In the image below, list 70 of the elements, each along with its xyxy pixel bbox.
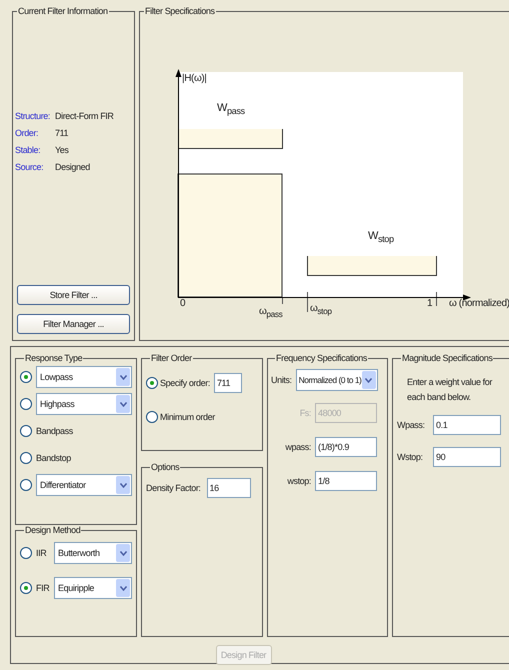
dropdown[interactable]: Highpass	[36, 393, 132, 415]
input-field[interactable]: 16	[206, 478, 251, 498]
radio-label[interactable]: FIR	[36, 583, 50, 593]
dropdown[interactable]: Lowpass	[36, 366, 132, 388]
radio-button[interactable]	[20, 452, 32, 464]
radio-button[interactable]	[20, 425, 32, 437]
radio-label[interactable]: Minimum order	[160, 412, 215, 422]
chevron-icon	[116, 476, 130, 494]
input-field[interactable]: 1/8	[315, 471, 377, 491]
radio-label[interactable]: Specify order:	[160, 378, 210, 388]
radio-button[interactable]	[146, 377, 158, 389]
group-title: Magnitude Specifications	[401, 353, 494, 363]
field-label: Units:	[271, 375, 292, 385]
field-label: wpass:	[285, 442, 311, 452]
dropdown[interactable]: Differentiator	[36, 474, 132, 496]
group-title: Current Filter Information	[17, 6, 109, 16]
radio-label[interactable]: Bandstop	[36, 453, 71, 463]
group-title: Design Method	[24, 525, 82, 535]
group-title: Frequency Specifications	[275, 353, 368, 363]
input-field[interactable]: 90	[433, 447, 501, 467]
dropdown[interactable]: Butterworth	[54, 542, 132, 564]
tick-mark	[307, 292, 308, 312]
instruction-text: Enter a weight value for each band below.	[407, 376, 494, 404]
info-label: Structure:	[15, 111, 52, 121]
push-button[interactable]: Store Filter ...	[17, 285, 130, 305]
field-label: wstop:	[287, 476, 311, 486]
info-value: 711	[55, 128, 68, 138]
tick-label: ω$_{stop}$	[310, 303, 332, 317]
radio-button[interactable]	[20, 547, 32, 559]
tick-label: 1	[427, 298, 432, 310]
chevron-icon	[116, 579, 130, 597]
info-label: Order:	[15, 128, 40, 138]
info-value: Designed	[55, 162, 90, 172]
dropdown[interactable]: Normalized (0 to 1)	[296, 369, 378, 391]
order-field[interactable]: 711	[214, 373, 242, 393]
chevron-icon	[116, 544, 130, 562]
radio-label[interactable]: Bandpass	[36, 426, 73, 436]
field-label: Wpass:	[397, 420, 426, 430]
radio-button[interactable]	[20, 371, 32, 383]
tick-label: 0	[180, 298, 186, 310]
input-field[interactable]: 0.1	[433, 415, 501, 435]
dropdown[interactable]: Equiripple	[54, 577, 132, 599]
field-label: Density Factor:	[146, 483, 201, 493]
chevron-icon	[116, 395, 130, 413]
field-label: Fs:	[300, 408, 311, 418]
tick-label: ω$_{pass}$	[259, 306, 282, 320]
info-value: Direct-Form FIR	[55, 111, 114, 121]
radio-button[interactable]	[20, 479, 32, 491]
axis-label: ω (normalized)	[449, 298, 509, 310]
radio-button[interactable]	[20, 398, 32, 410]
tick-mark	[436, 292, 437, 306]
chevron-icon	[116, 368, 130, 386]
radio-button[interactable]	[20, 582, 32, 594]
group-title: Options	[150, 462, 180, 472]
info-label: Source:	[15, 162, 44, 172]
chevron-icon	[362, 371, 376, 389]
group-title: Filter Order	[150, 353, 193, 363]
axis-label: |H(ω)|	[182, 73, 206, 85]
group-title: Filter Specifications	[144, 6, 216, 16]
weight-label: W$_{stop}$	[368, 230, 394, 246]
weight-label: W$_{pass}$	[217, 102, 245, 118]
radio-label[interactable]: IIR	[36, 548, 50, 558]
group-title: Response Type	[24, 353, 84, 363]
field-label: Wstop:	[397, 452, 424, 462]
info-value: Yes	[55, 145, 68, 155]
radio-button[interactable]	[146, 411, 158, 423]
push-button[interactable]: Filter Manager ...	[17, 314, 130, 334]
tick-mark	[282, 298, 283, 304]
input-field[interactable]: (1/8)*0.9	[315, 437, 377, 457]
info-label: Stable:	[15, 145, 42, 155]
